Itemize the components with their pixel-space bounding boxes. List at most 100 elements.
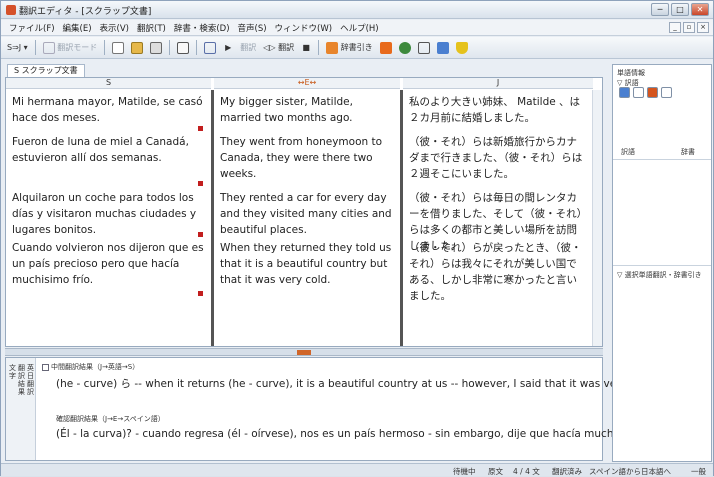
sentence-marker [198,126,203,131]
word-info-columns: 訳語 辞書 [621,147,711,157]
side-label-en-ja: 英日翻訳 [27,364,34,396]
mdi-restore-button[interactable]: ▫ [683,22,695,33]
close-button[interactable]: ✕ [691,3,709,16]
word-grid-icon[interactable] [661,87,672,98]
source-sentence-2[interactable]: Fueron de luna de miel a Canadá, estuvie… [6,134,211,166]
column-translation-word: 訳語 [621,148,635,156]
column-dictionary: 辞書 [681,148,695,156]
dictionary-lookup-label: 辞書引き [340,43,373,52]
status-mode: 待機中 [453,467,476,476]
target-sentence-2[interactable]: （彼・それ）らは新婚旅行からカナダまで行きました、（彼・それ）らは２週そこにいま… [403,134,593,182]
column-header-source: S [6,78,211,89]
intermediate-result-header: 中間翻訳結果（J→英語→S） [42,362,139,372]
status-sentence-count: 4 / 4 文 [513,467,540,476]
translate-button-disabled[interactable]: 翻訳 [238,40,258,56]
menu-speech[interactable]: 音声(S) [234,22,271,34]
column-header-target: J [403,78,593,89]
sentence-marker [198,291,203,296]
speaker-icon [417,41,430,54]
bookmark-icon [379,41,392,54]
toolbar: S⇒J ▾ 翻訳モード ▶ 翻訳 ◁▷ 翻訳 ■ 辞書引き [1,37,713,59]
mdi-close-button[interactable]: × [697,22,709,33]
menu-help[interactable]: ヘルプ(H) [336,22,383,34]
audio-button[interactable] [416,40,432,56]
panel-button[interactable] [435,40,451,56]
word-info-tools [619,87,672,98]
new-document-button[interactable] [110,40,126,56]
document-tab[interactable]: S スクラップ文書 [7,64,85,77]
font-icon [204,41,217,54]
selected-word-lookup-section[interactable]: ▽ 選択単語翻訳・辞書引き [617,270,702,280]
status-document: 原文 [488,467,503,476]
status-bar: 待機中 原文 4 / 4 文 翻訳済み スペイン語から日本語へ 一般 [1,463,713,476]
print-button[interactable] [148,40,164,56]
translate-mode-label: 翻訳モード [57,43,98,52]
status-state: 翻訳済み [552,467,582,476]
sentence-marker [198,232,203,237]
menu-edit[interactable]: 編集(E) [59,22,96,34]
app-icon [6,5,16,15]
confirm-result-text: (Él - la curva)? - cuando regresa (él - … [56,428,644,440]
dictionary-lookup-button[interactable]: 辞書引き [324,40,375,56]
translate-mode-button[interactable]: 翻訳モード [41,40,100,56]
target-sentence-4[interactable]: （彼・それ）らが戻ったとき、（彼・それ）らは我々にそれが美しい国である、しかし非… [403,240,593,304]
editor-scrollbar[interactable] [592,90,602,346]
translation-editor: S ↔E↔ J Mi hermana mayor, Matilde, se ca… [5,77,603,347]
toolbar-separator [34,40,36,55]
layout-button[interactable] [175,40,191,56]
menu-bar: ファイル(F) 編集(E) 表示(V) 翻訳(T) 辞書・検索(D) 音声(S)… [1,20,713,36]
language-direction-dropdown[interactable]: S⇒J ▾ [5,40,30,56]
app-window: 翻訳エディタ - [スクラップ文書] ─ □ ✕ ファイル(F) 編集(E) 表… [0,0,714,476]
back-translation-pane: 文字 翻訳結果 英日翻訳 中間翻訳結果（J→英語→S） (he - curve)… [5,357,655,461]
run-translation-button[interactable]: ▶ [221,40,235,56]
source-sentence-3[interactable]: Alquilaron un coche para todos los días … [6,190,211,238]
intermediate-sentence-1[interactable]: My bigger sister, Matilde, married two m… [214,94,400,126]
word-list-icon[interactable] [633,87,644,98]
new-document-icon [112,41,125,54]
column-header-intermediate: ↔E↔ [214,78,400,89]
panel-icon [436,41,449,54]
intermediate-result-checkbox[interactable] [42,363,49,371]
translate-mode-icon [42,41,55,54]
intermediate-sentence-2[interactable]: They went from honeymoon to Canada, they… [214,134,400,182]
shield-icon [455,41,468,54]
status-language-direction: スペイン語から日本語へ [589,467,671,476]
toolbar-separator [318,40,320,55]
menu-translate[interactable]: 翻訳(T) [133,22,170,34]
intermediate-result-title: 中間翻訳結果（J→英語→S） [51,363,140,371]
toolbar-separator [169,40,171,55]
target-sentence-1[interactable]: 私のより大きい姉妹、 Matilde 、は２カ月前に結婚しました。 [403,94,593,126]
globe-icon [398,41,411,54]
bookmark-button[interactable] [378,40,394,56]
shield-button[interactable] [454,40,470,56]
source-sentence-1[interactable]: Mi hermana mayor, Matilde, se casó hace … [6,94,211,126]
menu-view[interactable]: 表示(V) [96,22,133,34]
menu-dictionary[interactable]: 辞書・検索(D) [170,22,234,34]
word-book-icon[interactable] [647,87,658,98]
panel-divider [613,159,711,160]
maximize-button[interactable]: □ [671,3,689,16]
word-info-panel: 単語情報 ▽ 訳語 訳語 辞書 ▽ 選択単語翻訳・辞書引き [612,64,712,462]
source-sentence-4[interactable]: Cuando volvieron nos dijeron que es un p… [6,240,211,288]
speech-translate-button[interactable]: ◁▷ 翻訳 [261,40,296,56]
web-button[interactable] [397,40,413,56]
side-label-text: 文字 [9,364,16,380]
splitter-grip[interactable] [297,350,311,355]
intermediate-sentence-3[interactable]: They rented a car for every day and they… [214,190,400,238]
font-button[interactable] [202,40,218,56]
intermediate-sentence-4[interactable]: When they returned they told us that it … [214,240,400,288]
minimize-button[interactable]: ─ [651,3,669,16]
open-folder-button[interactable] [129,40,145,56]
layout-icon [177,41,190,54]
menu-file[interactable]: ファイル(F) [5,22,59,34]
window-controls: ─ □ ✕ [651,3,709,16]
mdi-minimize-button[interactable]: _ [669,22,681,33]
mdi-controls: _ ▫ × [669,22,709,33]
menu-window[interactable]: ウィンドウ(W) [271,22,337,34]
dictionary-icon [326,41,339,54]
print-icon [150,41,163,54]
lower-pane-sidebar: 文字 翻訳結果 英日翻訳 [6,358,36,460]
pane-splitter[interactable] [5,348,603,356]
stop-button[interactable]: ■ [299,40,313,56]
person-icon[interactable] [619,87,630,98]
